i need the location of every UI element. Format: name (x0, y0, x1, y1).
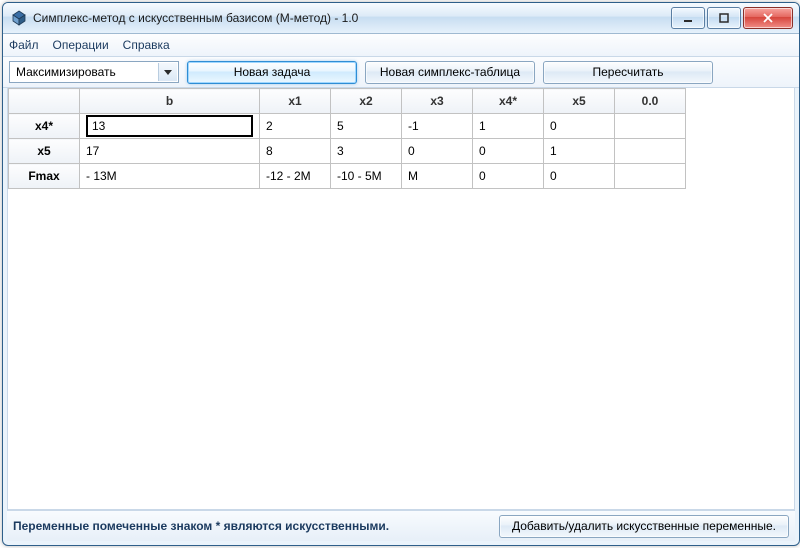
table-cell[interactable]: 0 (473, 139, 544, 164)
cell-editor[interactable] (86, 115, 253, 137)
artificial-vars-button[interactable]: Добавить/удалить искусственные переменны… (499, 515, 789, 538)
table-cell[interactable] (615, 139, 686, 164)
table-cell[interactable]: 1 (544, 139, 615, 164)
col-header[interactable]: b (80, 89, 260, 114)
table-cell[interactable]: 8 (260, 139, 331, 164)
table-cell[interactable]: -10 - 5M (331, 164, 402, 189)
table-cell[interactable]: 0 (544, 164, 615, 189)
table-cell[interactable]: 0 (544, 114, 615, 139)
menubar: Файл Операции Справка (3, 34, 799, 57)
simplex-table[interactable]: b x1 x2 x3 x4* x5 0.0 x4*25-110x51783001… (8, 88, 686, 189)
objective-select[interactable]: Максимизировать (9, 61, 179, 83)
chevron-down-icon (164, 65, 172, 79)
col-header[interactable]: x1 (260, 89, 331, 114)
table-row: x4* 25-110 (9, 114, 686, 139)
table-cell[interactable]: 0 (402, 139, 473, 164)
app-window: Симплекс-метод с искусственным базисом (… (2, 2, 800, 546)
table-cell[interactable] (615, 164, 686, 189)
table-cell[interactable] (615, 114, 686, 139)
new-task-button[interactable]: Новая задача (187, 61, 357, 84)
footer-bar: Переменные помеченные знаком * являются … (7, 510, 795, 541)
close-button[interactable] (743, 7, 793, 29)
row-header[interactable]: x5 (9, 139, 80, 164)
toolbar: Максимизировать Новая задача Новая симпл… (3, 57, 799, 88)
window-title: Симплекс-метод с искусственным базисом (… (33, 11, 671, 25)
close-icon (762, 13, 774, 23)
table-cell[interactable]: 5 (331, 114, 402, 139)
table-cell[interactable] (80, 114, 260, 139)
objective-select-value: Максимизировать (16, 65, 116, 79)
menu-file[interactable]: Файл (9, 38, 39, 52)
table-cell[interactable]: 17 (80, 139, 260, 164)
table-cell[interactable]: - 13M (80, 164, 260, 189)
col-header[interactable]: x4* (473, 89, 544, 114)
maximize-icon (719, 13, 729, 23)
window-controls (671, 7, 793, 29)
recalculate-button[interactable]: Пересчитать (543, 61, 713, 84)
table-cell[interactable]: 1 (473, 114, 544, 139)
table-corner (9, 89, 80, 114)
table-cell[interactable]: 0 (473, 164, 544, 189)
artificial-note: Переменные помеченные знаком * являются … (13, 519, 389, 533)
menu-operations[interactable]: Операции (53, 38, 109, 52)
maximize-button[interactable] (707, 7, 741, 29)
titlebar: Симплекс-метод с искусственным базисом (… (3, 3, 799, 34)
content-area: b x1 x2 x3 x4* x5 0.0 x4*25-110x51783001… (7, 88, 795, 510)
app-icon (11, 10, 27, 26)
col-header[interactable]: 0.0 (615, 89, 686, 114)
table-row: x51783001 (9, 139, 686, 164)
minimize-button[interactable] (671, 7, 705, 29)
table-cell[interactable]: -1 (402, 114, 473, 139)
minimize-icon (683, 13, 693, 23)
col-header[interactable]: x2 (331, 89, 402, 114)
table-cell[interactable]: 2 (260, 114, 331, 139)
table-row: Fmax- 13M-12 - 2M-10 - 5MM00 (9, 164, 686, 189)
table-header-row: b x1 x2 x3 x4* x5 0.0 (9, 89, 686, 114)
table-cell[interactable]: M (402, 164, 473, 189)
col-header[interactable]: x5 (544, 89, 615, 114)
menu-help[interactable]: Справка (123, 38, 170, 52)
table-cell[interactable]: 3 (331, 139, 402, 164)
table-cell[interactable]: -12 - 2M (260, 164, 331, 189)
new-table-button[interactable]: Новая симплекс-таблица (365, 61, 535, 84)
col-header[interactable]: x3 (402, 89, 473, 114)
row-header[interactable]: x4* (9, 114, 80, 139)
row-header[interactable]: Fmax (9, 164, 80, 189)
